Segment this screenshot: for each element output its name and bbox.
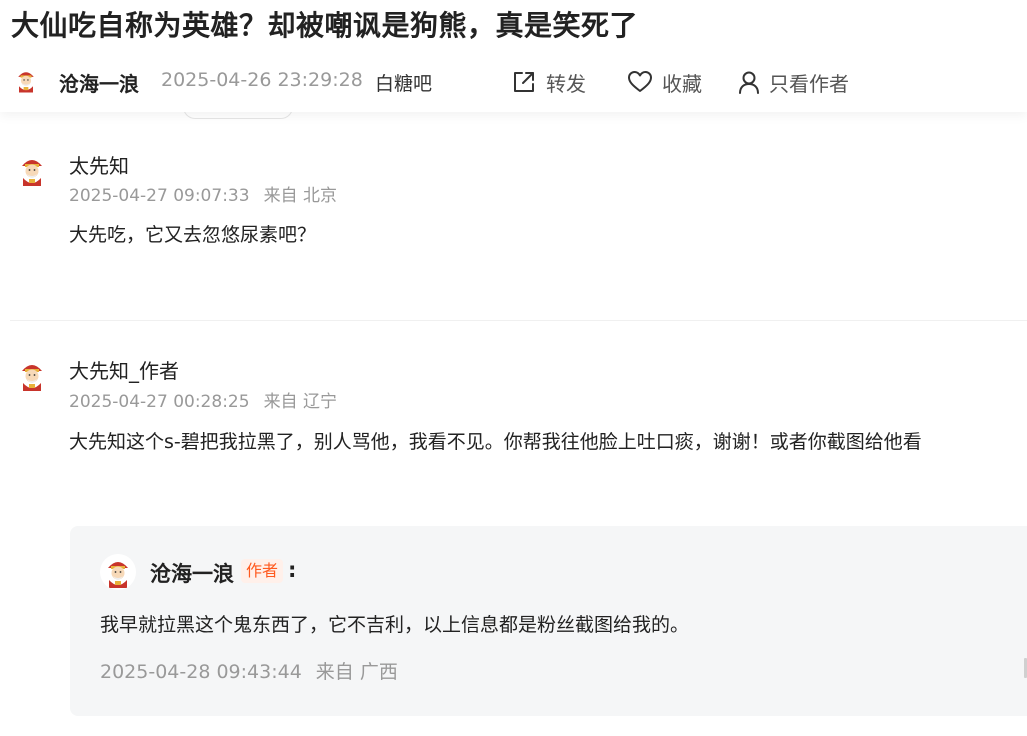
reply-username[interactable]: 沧海一浪 (150, 558, 234, 588)
share-button[interactable]: 转发 (510, 66, 586, 98)
comment-item: 太先知 2025-04-27 09:07:33 来自 北京 大先吃，它又去忽悠尿素… (0, 140, 1027, 320)
favorite-label: 收藏 (662, 71, 702, 96)
comment-meta: 2025-04-27 00:28:25 来自 辽宁 (69, 387, 337, 412)
author-badge: 作者 (241, 559, 284, 583)
comment-location: 来自 北京 (263, 186, 337, 206)
share-external-icon (514, 72, 534, 92)
heart-icon (628, 71, 652, 92)
only-author-label: 只看作者 (769, 71, 849, 96)
caishen-avatar-icon[interactable] (100, 554, 136, 590)
comment-meta: 2025-04-27 09:07:33 来自 北京 (69, 181, 337, 206)
reply-time: 2025-04-28 09:43:44 (100, 661, 302, 683)
favorite-button[interactable]: 收藏 (626, 66, 702, 98)
post-page: 大仙吃自称为英雄？却被嘲讽是狗熊，真是笑死了 沧海一浪 2025-04-26 2… (0, 0, 1027, 736)
caishen-avatar-icon[interactable] (14, 357, 50, 393)
reply-meta: 2025-04-28 09:43:44 来自 广西 (100, 657, 398, 684)
share-label: 转发 (546, 71, 586, 96)
comment-time: 2025-04-27 09:07:33 (69, 186, 250, 206)
post-title: 大仙吃自称为英雄？却被嘲讽是狗熊，真是笑死了 (11, 9, 639, 42)
forum-link[interactable]: 白糖吧 (375, 69, 432, 96)
reply-colon: : (288, 558, 297, 582)
comment-text: 大先吃，它又去忽悠尿素吧？ (69, 224, 317, 246)
person-icon (739, 71, 759, 94)
comment-username[interactable]: 大先知_作者 (69, 355, 179, 384)
post-time: 2025-04-26 23:29:28 (161, 69, 363, 91)
comment-location: 来自 辽宁 (263, 392, 337, 412)
post-meta-bar: 沧海一浪 2025-04-26 23:29:28 白糖吧 转发 收藏 只看作者 (0, 62, 1027, 102)
only-author-button[interactable]: 只看作者 (735, 66, 849, 98)
comment-text: 大先知这个s-碧把我拉黑了，别人骂他，我看不见。你帮我往他脸上吐口痰，谢谢！或者… (69, 431, 922, 453)
reply-location: 来自 广西 (315, 661, 398, 683)
post-author-name[interactable]: 沧海一浪 (59, 68, 139, 97)
comment-time: 2025-04-27 00:28:25 (69, 392, 250, 412)
caishen-avatar-icon[interactable] (12, 66, 40, 94)
comment-username[interactable]: 太先知 (69, 150, 129, 179)
reply-text: 我早就拉黑这个鬼东西了，它不吉利，以上信息都是粉丝截图给我的。 (100, 614, 690, 636)
comment-divider (10, 320, 1027, 321)
reply-box: 沧海一浪 作者 : 我早就拉黑这个鬼东西了，它不吉利，以上信息都是粉丝截图给我的… (70, 526, 1027, 716)
post-header: 大仙吃自称为英雄？却被嘲讽是狗熊，真是笑死了 沧海一浪 2025-04-26 2… (0, 0, 1027, 112)
caishen-avatar-icon[interactable] (14, 152, 50, 188)
